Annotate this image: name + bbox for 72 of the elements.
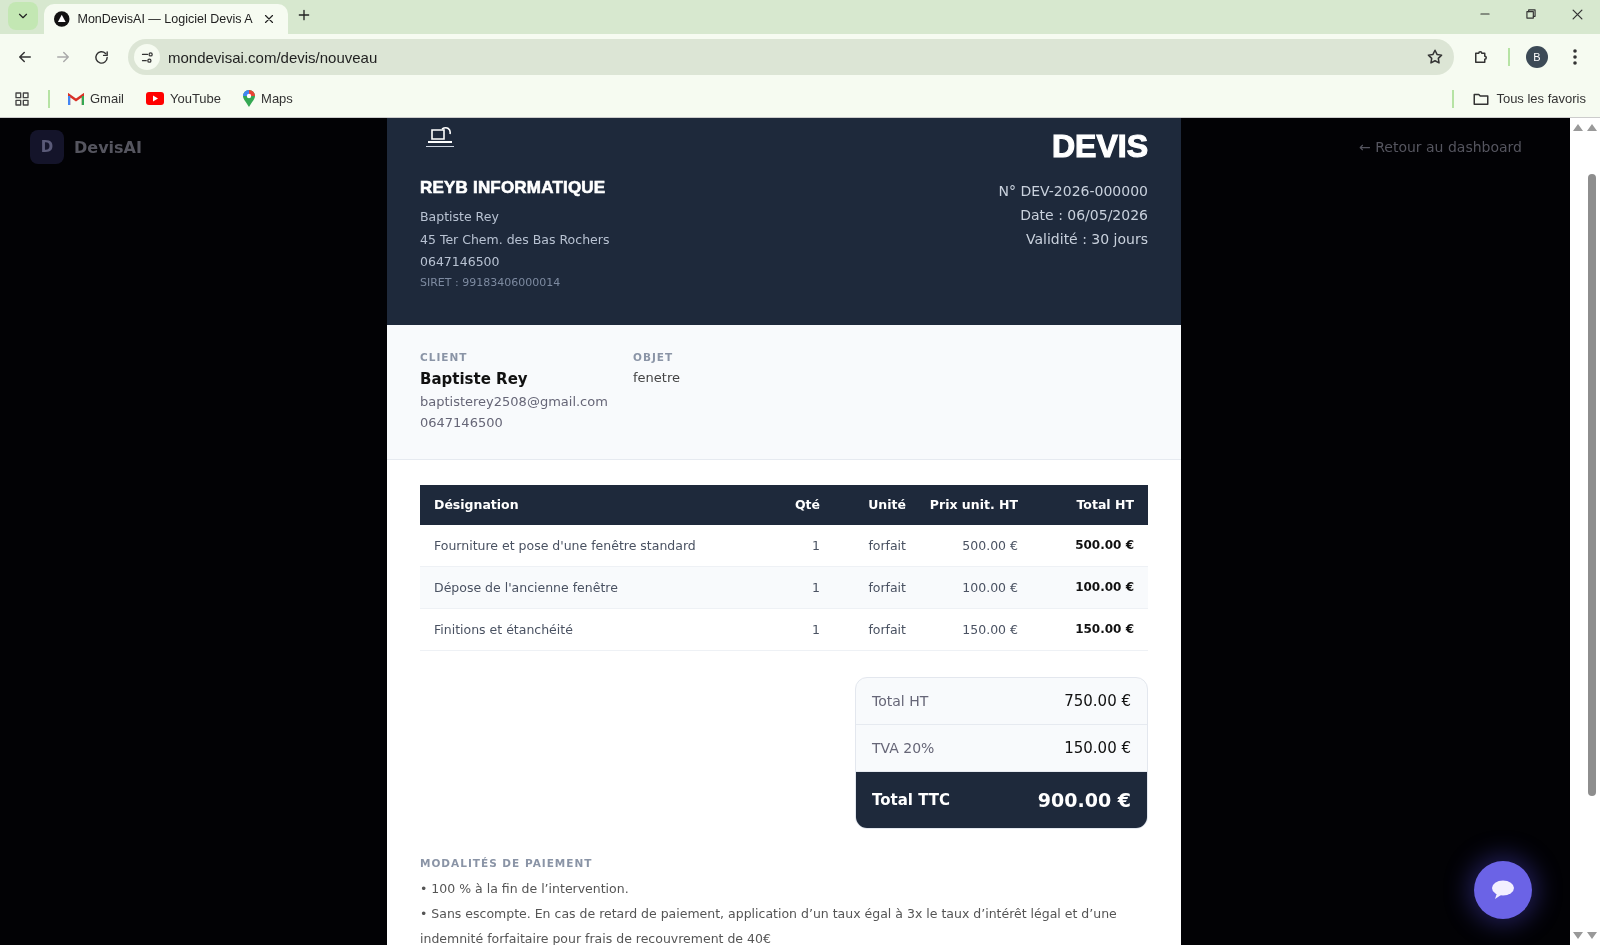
table-cell-text: 500.00 €	[1074, 538, 1134, 552]
client-phone: 0647146500	[420, 413, 504, 432]
profile-button[interactable]: B	[1520, 40, 1554, 74]
client-email: baptisterey2508@gmail.com	[420, 392, 609, 411]
scrollbar[interactable]	[1570, 118, 1600, 945]
table-cell-text: forfait	[867, 537, 906, 553]
column-header: Unité	[867, 497, 906, 512]
payment-term: • Sans escompte. En cas de retard de paiement, application d’un taux égal à 3x le taux d’intérêt légal et d’une indemnité forfaitaire pour frais de recouvrement de 40€	[420, 904, 1118, 945]
column-header: Qté	[793, 497, 820, 512]
table-cell-text: Dépose de l'ancienne fenêtre	[434, 579, 619, 595]
speech-bubble-icon	[1491, 880, 1515, 900]
puzzle-icon	[1472, 48, 1490, 66]
total-value: 750.00 €	[1064, 691, 1131, 710]
table-cell-text: forfait	[867, 579, 906, 595]
column-header: Désignation	[434, 497, 520, 512]
scroll-down-icon	[1572, 931, 1598, 941]
total-value: 150.00 €	[1064, 738, 1131, 757]
table-cell-text: 500.00 €	[961, 537, 1018, 553]
play-icon	[145, 92, 164, 105]
brand-name: DevisAI	[74, 137, 142, 157]
table-cell-text: 1	[811, 621, 820, 637]
table-cell-text: 150.00 €	[1074, 622, 1134, 636]
company-detail: 45 Ter Chem. des Bas Rochers	[420, 230, 610, 249]
plus-icon	[296, 7, 312, 23]
browser-tab[interactable]: MonDevisAI — Logiciel Devis A	[44, 4, 288, 34]
table-cell-text: forfait	[867, 621, 906, 637]
payment-term: • 100 % à la fin de l’intervention.	[420, 879, 630, 898]
scrollbar-thumb[interactable]	[1588, 174, 1596, 796]
star-icon	[1426, 48, 1444, 66]
quote-validity: Validité : 30 jours	[1026, 230, 1148, 249]
client-name: Baptiste Rey	[420, 369, 529, 388]
company-detail: Baptiste Rey	[420, 208, 500, 226]
table-cell-text: Finitions et étanchéité	[434, 621, 574, 637]
reload-icon	[92, 48, 110, 66]
tab-title: MonDevisAI — Logiciel Devis A	[77, 12, 253, 26]
address-bar[interactable]: mondevisai.com/devis/nouveau	[128, 39, 1454, 75]
app-logo: D	[30, 130, 64, 164]
quote-date: Date : 06/05/2026	[1020, 206, 1148, 225]
quote-title: DEVIS	[1051, 128, 1148, 165]
table-cell-text: 1	[811, 537, 820, 553]
table-cell-text: 1	[811, 579, 820, 595]
restore-icon	[1524, 7, 1538, 21]
bookmark[interactable]: Gmail	[64, 89, 128, 108]
scroll-up-icon	[1572, 122, 1598, 132]
object-value: fenetre	[633, 369, 681, 385]
column-header: Prix unit. HT	[928, 497, 1018, 512]
table-cell-text: 150.00 €	[961, 621, 1018, 637]
total-label: Total HT	[872, 692, 929, 709]
menu-icon	[1573, 49, 1577, 65]
section-label: CLIENT	[420, 350, 469, 363]
company-name: REYB INFORMATIQUE	[420, 178, 607, 198]
all-bookmarks-button[interactable]: Tous les favoris	[1468, 87, 1590, 110]
map-pin-icon	[243, 90, 256, 107]
total-label: Total TTC	[872, 790, 951, 809]
triangle-logo-icon	[54, 11, 70, 27]
column-header: Total HT	[1075, 497, 1134, 512]
mail-icon	[68, 92, 84, 105]
quote-number: N° DEV-2026-000000	[998, 182, 1148, 201]
site-settings-icon	[139, 49, 155, 65]
section-label: MODALITÉS DE PAIEMENT	[420, 856, 594, 869]
bookmark[interactable]: YouTube	[141, 89, 226, 108]
table-cell-text: 100.00 €	[961, 579, 1018, 595]
siret: SIRET : 99183406000014	[420, 275, 562, 289]
table-cell-text: Fourniture et pose d'une fenêtre standard	[434, 537, 697, 553]
table-cell-text: 100.00 €	[1074, 580, 1134, 594]
bookmark[interactable]: Maps	[239, 88, 297, 109]
total-value: 900.00 €	[1037, 788, 1131, 811]
chat-button[interactable]	[1474, 861, 1532, 919]
grid-icon	[14, 90, 30, 107]
company-detail: 0647146500	[420, 253, 501, 271]
section-label: OBJET	[633, 350, 675, 363]
total-label: TVA 20%	[872, 739, 935, 756]
